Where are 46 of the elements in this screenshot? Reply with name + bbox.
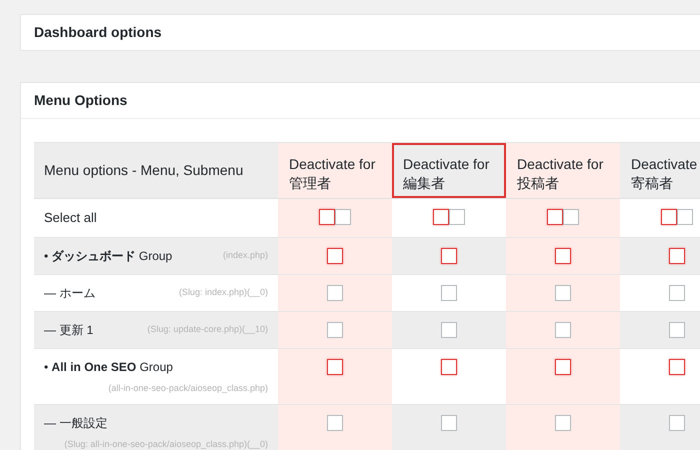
column-header: Deactivate 寄稿者	[620, 143, 700, 198]
checkbox[interactable]	[555, 248, 571, 264]
checkbox[interactable]	[669, 358, 685, 374]
checkbox[interactable]	[327, 322, 343, 338]
menu-label: • ダッシュボード Group	[44, 248, 172, 264]
menu-label: Select all	[44, 209, 97, 227]
slug-text: (all-in-one-seo-pack/aioseop_class.php)	[107, 382, 268, 395]
checkbox[interactable]	[677, 209, 693, 225]
checkbox[interactable]	[335, 209, 351, 225]
checkbox[interactable]	[547, 209, 563, 225]
column-header: Deactivate for 編集者	[392, 143, 506, 198]
checkbox[interactable]	[555, 322, 571, 338]
checkbox[interactable]	[441, 248, 457, 264]
column-header: Deactivate for 投稿者	[506, 143, 620, 198]
checkbox[interactable]	[669, 284, 685, 300]
checkbox[interactable]	[449, 209, 465, 225]
checkbox[interactable]	[669, 415, 685, 431]
slug-text: (Slug: all-in-one-seo-pack/aioseop_class.php)(__0)	[63, 438, 268, 450]
checkbox[interactable]	[441, 284, 457, 300]
checkbox[interactable]	[669, 248, 685, 264]
slug-text: (Slug: index.php)(__0)	[178, 286, 268, 299]
checkbox[interactable]	[555, 415, 571, 431]
panel-title: Menu Options	[34, 91, 128, 110]
checkbox[interactable]	[327, 358, 343, 374]
column-header: Menu options - Menu, Submenu	[44, 161, 244, 180]
checkbox[interactable]	[441, 322, 457, 338]
checkbox[interactable]	[327, 248, 343, 264]
checkbox[interactable]	[319, 209, 335, 225]
checkbox[interactable]	[441, 415, 457, 431]
menu-label: — 更新 1	[44, 322, 94, 338]
panel-title: Dashboard options	[34, 23, 162, 42]
checkbox[interactable]	[327, 284, 343, 300]
slug-text: (Slug: update-core.php)(__10)	[146, 322, 268, 336]
column-header: Deactivate for 管理者	[278, 143, 392, 198]
slug-text: (index.php)	[222, 248, 268, 262]
checkbox[interactable]	[327, 415, 343, 431]
checkbox[interactable]	[441, 358, 457, 374]
checkbox[interactable]	[555, 358, 571, 374]
checkbox[interactable]	[555, 284, 571, 300]
checkbox[interactable]	[563, 209, 579, 225]
checkbox[interactable]	[433, 209, 449, 225]
checkbox[interactable]	[661, 209, 677, 225]
menu-label: • All in One SEO Group	[44, 358, 173, 376]
menu-label: — ホーム	[44, 284, 96, 302]
checkbox[interactable]	[669, 322, 685, 338]
menu-label: — 一般設定	[44, 415, 108, 432]
